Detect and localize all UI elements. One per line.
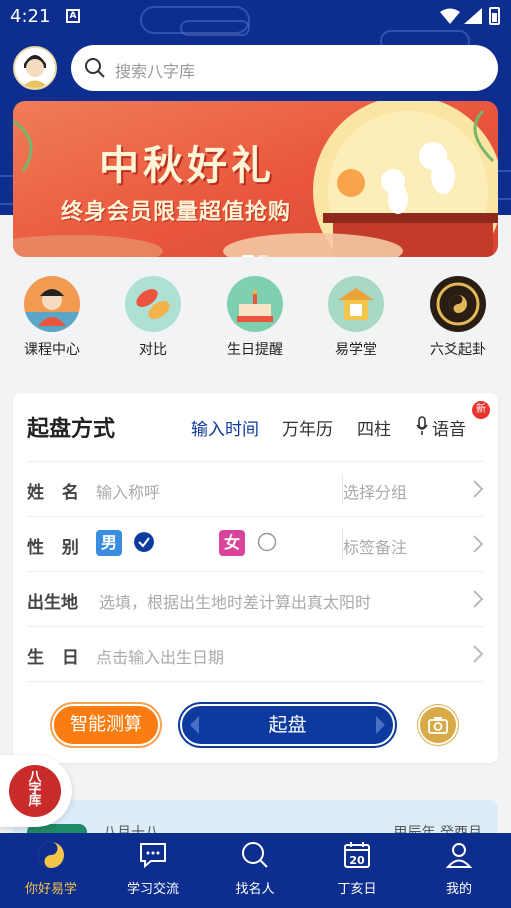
tab-label: 找名人 — [235, 882, 275, 897]
bagua-icon — [430, 276, 486, 332]
user-icon — [445, 843, 473, 868]
chevron-right-icon — [473, 645, 484, 663]
shortcut-label: 六爻起卦 — [430, 342, 486, 358]
bazi-library-float-button[interactable]: 八字库 — [0, 755, 72, 827]
gender-row: 性 别 男 女 标签备注 — [27, 516, 484, 571]
start-chart-label: 起盘 — [268, 714, 307, 736]
wifi-icon — [440, 8, 460, 24]
female-option[interactable]: 女 — [219, 530, 245, 556]
microphone-icon[interactable] — [416, 416, 428, 436]
tab-study-exchange[interactable]: 学习交流 — [102, 833, 204, 908]
left-arrow-decor-icon — [190, 716, 199, 734]
notification-a-icon: A — [66, 9, 80, 23]
birthplace-label: 出生地 — [27, 593, 78, 613]
birthplace-row[interactable]: 出生地 选填，根据出生地时差计算出真太阳时 — [27, 571, 484, 626]
tab-label: 丁亥日 — [337, 882, 377, 897]
shortcut-label: 生日提醒 — [227, 342, 283, 358]
tab-perpetual-calendar[interactable]: 万年历 — [282, 415, 333, 440]
tab-hello-yixue[interactable]: 你好易学 — [0, 833, 102, 908]
banner-subtitle: 终身会员限量超值抢购 — [61, 200, 292, 225]
status-bar: 4:21 A — [0, 0, 511, 34]
shortcut-course-center[interactable]: 课程中心 — [2, 270, 102, 359]
search-icon — [85, 58, 105, 78]
chevron-right-icon — [473, 590, 484, 608]
temple-icon — [328, 276, 384, 332]
female-unchecked-icon[interactable] — [257, 532, 277, 552]
bottom-tab-bar: 你好易学 学习交流 找名人 20 丁亥日 我的 — [0, 833, 511, 908]
shortcut-label: 对比 — [139, 342, 167, 358]
shortcut-liuyao[interactable]: 六爻起卦 — [408, 270, 508, 359]
name-row[interactable]: 姓 名 输入称呼 选择分组 — [27, 461, 484, 516]
promo-banner[interactable]: 中秋好礼 终身会员限量超值抢购 — [13, 101, 498, 257]
scholar-avatar-icon — [15, 48, 55, 88]
tab-voice[interactable]: 语音 — [432, 415, 466, 440]
chevron-right-icon — [473, 480, 484, 498]
gender-label: 性 别 — [27, 538, 85, 558]
male-checked-icon[interactable] — [134, 532, 154, 552]
search-placeholder: 搜索八字库 — [115, 62, 196, 81]
new-badge: 新 — [472, 401, 490, 419]
divider — [27, 681, 484, 682]
tag-note-input[interactable]: 标签备注 — [343, 534, 407, 558]
right-arrow-decor-icon — [376, 716, 385, 734]
status-time: 4:21 — [10, 6, 51, 27]
shortcut-grid: 课程中心 对比 生日提醒 易学堂 六爻起卦 — [0, 270, 511, 370]
card-header: 起盘方式 输入时间 万年历 四柱 语音 新 — [13, 393, 498, 461]
shortcut-compare[interactable]: 对比 — [103, 270, 203, 359]
koi-fish-icon — [125, 276, 181, 332]
smart-calc-button[interactable]: 智能测算 — [52, 704, 160, 746]
avatar[interactable] — [13, 46, 57, 90]
tab-input-time[interactable]: 输入时间 — [191, 415, 259, 440]
tab-label: 学习交流 — [126, 882, 179, 897]
teacher-icon — [24, 276, 80, 332]
search-person-icon — [242, 842, 268, 868]
yin-yang-icon — [38, 842, 64, 868]
birthplace-input[interactable]: 选填，根据出生地时差计算出真太阳时 — [99, 589, 371, 613]
tab-four-pillars[interactable]: 四柱 — [357, 415, 391, 440]
birthday-row[interactable]: 生 日 点击输入出生日期 — [27, 626, 484, 681]
shortcut-yi-school[interactable]: 易学堂 — [306, 270, 406, 359]
tab-day-calendar[interactable]: 20 丁亥日 — [306, 833, 408, 908]
birthday-cake-icon — [227, 276, 283, 332]
group-select[interactable]: 选择分组 — [343, 479, 407, 503]
name-input[interactable]: 输入称呼 — [96, 479, 160, 503]
card-title: 起盘方式 — [27, 417, 116, 442]
birthday-input[interactable]: 点击输入出生日期 — [96, 644, 224, 668]
calendar-icon: 20 — [344, 842, 370, 868]
shortcut-birthday-reminder[interactable]: 生日提醒 — [205, 270, 305, 359]
signal-icon — [464, 8, 482, 24]
battery-icon — [489, 7, 500, 25]
chat-bubble-icon — [140, 843, 166, 869]
svg-text:20: 20 — [349, 854, 365, 867]
camera-icon — [428, 717, 448, 734]
shortcut-label: 易学堂 — [335, 342, 377, 358]
chart-setup-card: 起盘方式 输入时间 万年历 四柱 语音 新 姓 名 输入称呼 选择分组 性 别 … — [13, 393, 498, 763]
camera-button[interactable] — [418, 705, 458, 745]
name-label: 姓 名 — [27, 483, 85, 503]
chevron-right-icon — [473, 535, 484, 553]
birthday-label: 生 日 — [27, 648, 85, 668]
male-option[interactable]: 男 — [96, 530, 122, 556]
shortcut-label: 课程中心 — [24, 342, 80, 358]
tab-label: 你好易学 — [24, 882, 77, 897]
banner-title: 中秋好礼 — [99, 143, 275, 189]
tab-find-celebrity[interactable]: 找名人 — [204, 833, 306, 908]
banner-pagination — [242, 244, 272, 257]
start-chart-button[interactable]: 起盘 — [180, 704, 395, 746]
tab-label: 我的 — [445, 882, 472, 897]
bazi-library-logo: 八字库 — [9, 765, 61, 817]
tab-mine[interactable]: 我的 — [408, 833, 510, 908]
search-bar[interactable]: 搜索八字库 — [71, 45, 498, 91]
